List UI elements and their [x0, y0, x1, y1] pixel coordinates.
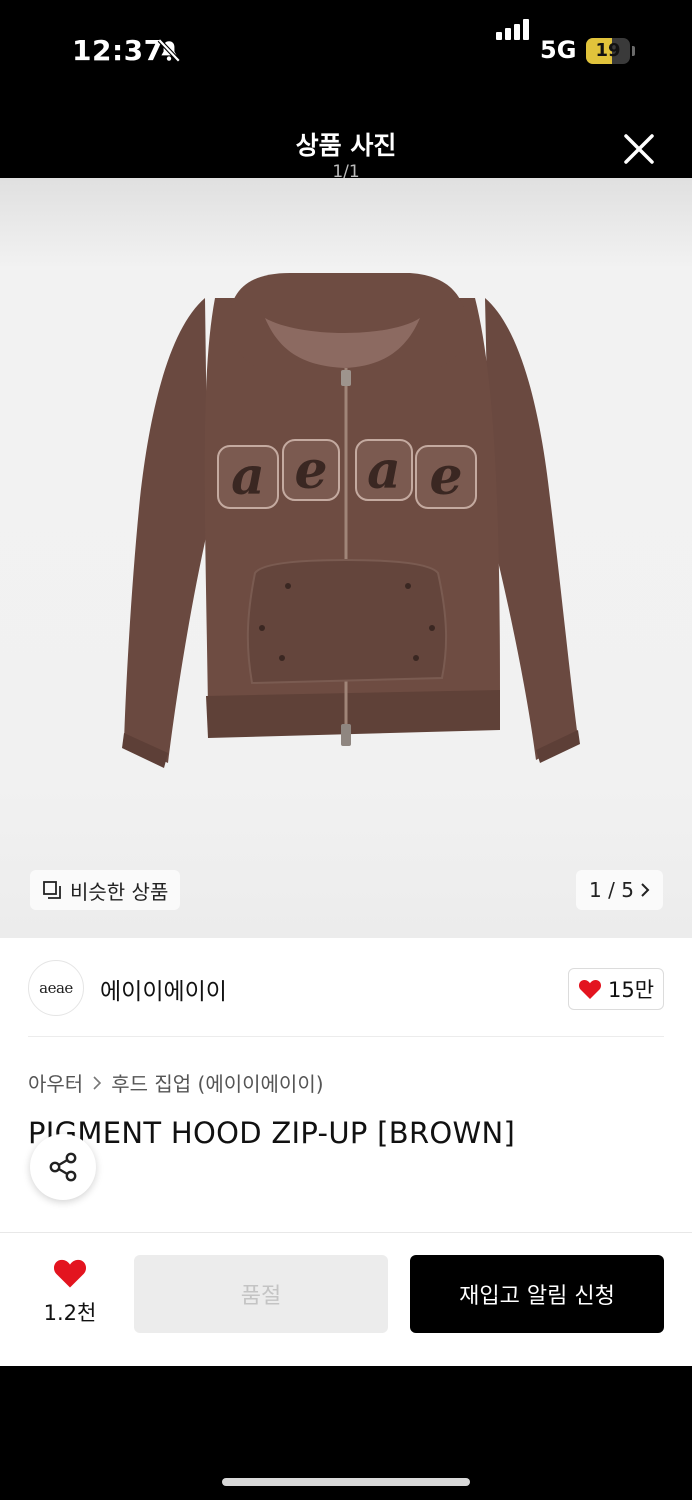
bell-slash-icon	[157, 38, 181, 63]
restock-alert-button[interactable]: 재입고 알림 신청	[410, 1255, 664, 1333]
image-pager[interactable]: 1 / 5	[576, 870, 663, 910]
similar-products-label: 비슷한 상품	[70, 879, 169, 904]
home-indicator[interactable]	[222, 1478, 470, 1486]
share-icon	[49, 1152, 77, 1182]
breadcrumb: 아우터 후드 집업 (에이이에이이)	[28, 1068, 324, 1097]
hoodie-illustration: a e a e	[122, 273, 580, 768]
product-info: aeae 에이이에이이 15만 아우터 후드 집업 (에이이에이이) PIGME…	[0, 938, 692, 1232]
heart-icon	[578, 980, 601, 999]
soldout-button: 품절	[134, 1255, 388, 1333]
battery-icon: 19	[586, 38, 630, 64]
network-label: 5G	[540, 36, 577, 64]
brand-logo[interactable]: aeae	[28, 960, 84, 1016]
close-icon[interactable]	[620, 130, 658, 168]
heart-icon	[53, 1259, 87, 1288]
product-image[interactable]: a e a e 비슷한 상품 1 / 5	[0, 178, 692, 938]
chest-letter: a	[367, 440, 401, 501]
share-button[interactable]	[30, 1134, 96, 1200]
chevron-right-icon	[93, 1075, 102, 1090]
chest-letter: a	[231, 446, 265, 507]
overlap-squares-icon	[43, 881, 61, 899]
similar-products-button[interactable]: 비슷한 상품	[30, 870, 181, 910]
chest-letter: e	[294, 440, 327, 501]
divider	[28, 1036, 664, 1037]
battery-level: 19	[595, 40, 621, 61]
brand-row[interactable]: aeae 에이이에이이 15만	[28, 960, 664, 1016]
status-bar: 12:37 5G 19	[0, 0, 692, 110]
wish-button[interactable]: 1.2천	[30, 1257, 110, 1327]
chest-letter: e	[429, 446, 462, 507]
viewer-header: 상품 사진 1/1	[0, 110, 692, 182]
bottom-action-bar: 1.2천 품절 재입고 알림 신청	[0, 1232, 692, 1366]
brand-like-button[interactable]: 15만	[568, 968, 664, 1010]
viewer-title: 상품 사진	[295, 131, 397, 160]
breadcrumb-category[interactable]: 아우터	[28, 1068, 83, 1097]
product-title: PIGMENT HOOD ZIP-UP [BROWN]	[28, 1116, 516, 1150]
wish-count: 1.2천	[43, 1301, 97, 1325]
chevron-right-icon	[641, 883, 650, 897]
brand-name[interactable]: 에이이에이이	[100, 972, 227, 1006]
status-time: 12:37	[72, 34, 164, 67]
brand-like-count: 15만	[607, 978, 655, 1002]
breadcrumb-subcategory[interactable]: 후드 집업 (에이이에이이)	[111, 1068, 323, 1097]
image-pager-count: 1 / 5	[589, 878, 634, 902]
